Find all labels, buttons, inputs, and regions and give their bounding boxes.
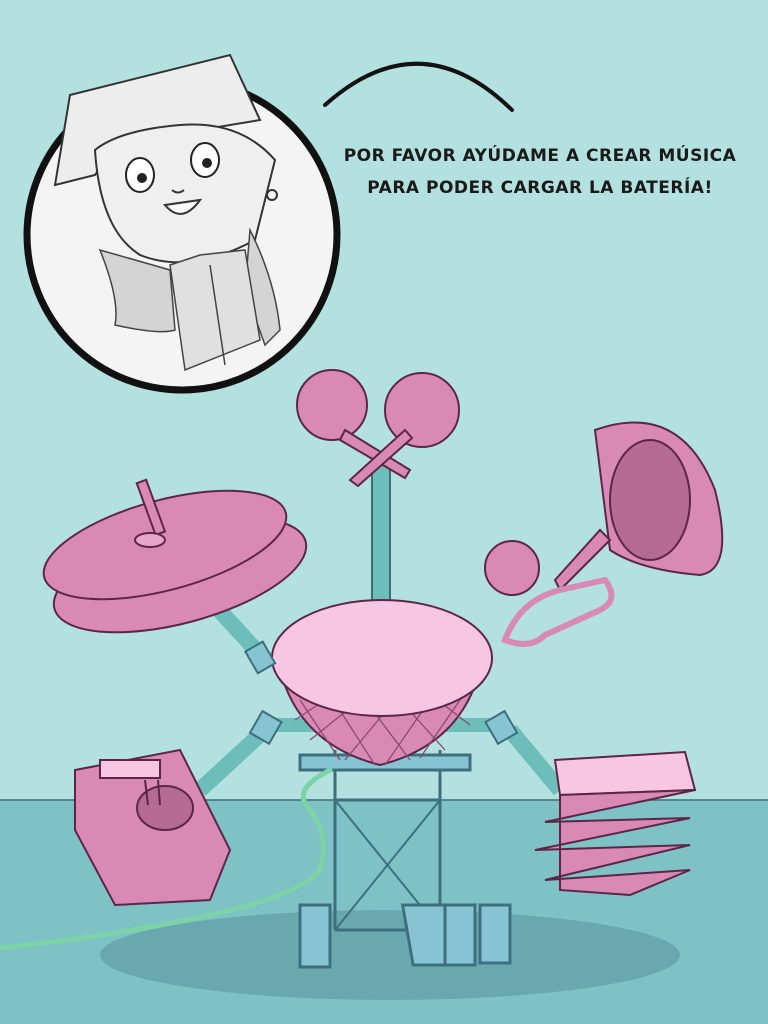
floor-shadow: [100, 910, 680, 1000]
dialogue-line-2: PARA PODER CARGAR LA BATERÍA!: [367, 178, 713, 198]
dialogue-line-1: POR FAVOR AYÚDAME A CREAR MÚSICA: [343, 146, 737, 166]
dialogue-text: POR FAVOR AYÚDAME A CREAR MÚSICA PARA PO…: [340, 140, 740, 204]
